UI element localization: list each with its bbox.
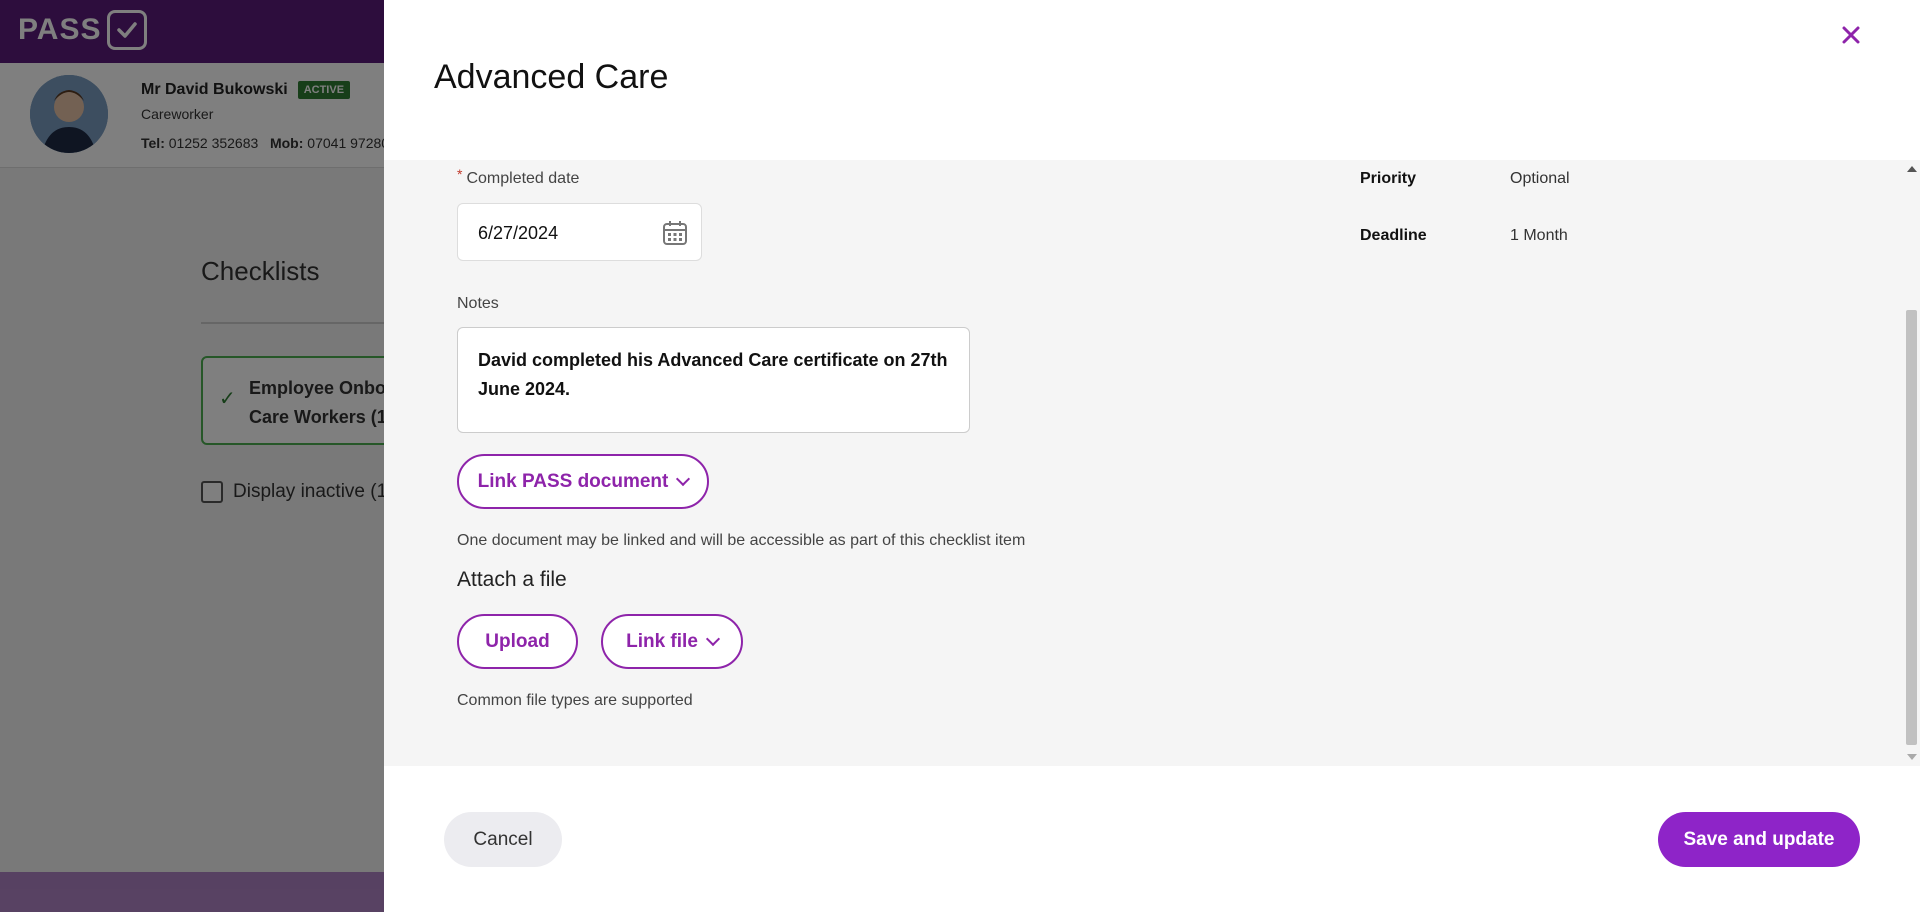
attach-file-heading: Attach a file [457,568,567,591]
link-pass-document-label: Link PASS document [477,470,669,492]
link-file-button[interactable]: Link file [601,614,743,669]
notes-label: Notes [457,295,499,312]
chevron-down-icon [676,471,691,487]
priority-label: Priority [1360,170,1417,187]
link-document-hint: One document may be linked and will be a… [457,532,1026,549]
completed-date-value: 6/27/2024 [478,223,559,243]
drawer-footer: Cancel Save and update [384,766,1920,912]
scrollbar[interactable] [1903,160,1920,766]
completed-date-input[interactable]: 6/27/2024 [457,203,702,261]
scroll-up-arrow-icon[interactable] [1907,166,1917,172]
scroll-down-arrow-icon[interactable] [1907,754,1917,760]
link-pass-document-button[interactable]: Link PASS document [457,454,709,509]
deadline-value: 1 Month [1510,227,1568,244]
required-marker: * [457,166,463,182]
checklist-item-drawer: Advanced Care * Completed date 6/27/2024 … [384,0,1920,912]
deadline-label: Deadline [1360,227,1427,244]
priority-value: Optional [1510,170,1570,187]
chevron-down-icon [705,631,720,647]
scroll-thumb[interactable] [1906,310,1917,745]
save-and-update-button[interactable]: Save and update [1658,812,1860,867]
cancel-button[interactable]: Cancel [444,812,562,867]
completed-date-label-text: Completed date [466,170,580,187]
upload-button[interactable]: Upload [457,614,578,669]
close-icon [1842,26,1860,44]
drawer-body: * Completed date 6/27/2024 Priority Optio… [384,160,1920,766]
close-button[interactable] [1836,20,1866,50]
notes-textarea[interactable]: David completed his Advanced Care certif… [457,327,970,433]
completed-date-label: * Completed date [457,166,580,188]
upload-label: Upload [485,630,550,652]
file-types-hint: Common file types are supported [457,692,693,709]
link-file-label: Link file [626,630,698,652]
calendar-icon[interactable] [662,220,688,246]
drawer-title: Advanced Care [434,58,669,96]
background-footer [0,872,384,912]
drawer-header: Advanced Care [384,0,1920,160]
